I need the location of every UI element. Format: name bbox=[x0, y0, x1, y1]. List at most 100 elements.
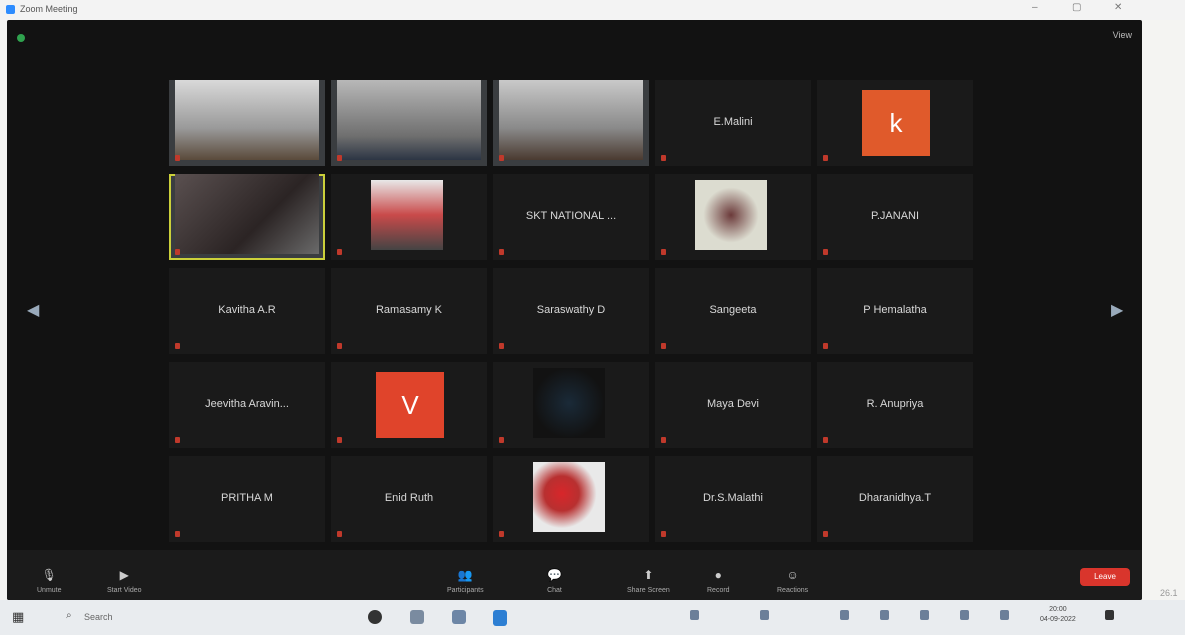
leave-button[interactable]: Leave bbox=[1080, 568, 1130, 586]
avatar-initial: k bbox=[862, 90, 930, 156]
participant-tile[interactable] bbox=[169, 174, 325, 260]
participant-name: Saraswathy D bbox=[536, 304, 606, 316]
tray-icon[interactable] bbox=[960, 610, 969, 620]
participant-tile[interactable]: P.JANANI bbox=[817, 174, 973, 260]
tray-icon[interactable] bbox=[760, 610, 769, 620]
mic-muted-icon bbox=[337, 249, 342, 255]
video-feed bbox=[175, 174, 319, 254]
participant-tile[interactable]: Kavitha A.R bbox=[169, 268, 325, 354]
security-shield-icon[interactable] bbox=[17, 34, 25, 42]
clock-time: 20:00 bbox=[1049, 606, 1067, 613]
participant-tile[interactable]: Maya Devi bbox=[655, 362, 811, 448]
participant-tile[interactable] bbox=[331, 174, 487, 260]
participant-tile[interactable]: P Hemalatha bbox=[817, 268, 973, 354]
minimize-button[interactable]: – bbox=[1032, 2, 1038, 13]
mic-muted-icon bbox=[661, 531, 666, 537]
participant-name: Kavitha A.R bbox=[218, 304, 276, 316]
close-button[interactable]: ✕ bbox=[1114, 2, 1122, 13]
previous-page-arrow-icon[interactable]: ◀ bbox=[27, 300, 39, 320]
participants-button[interactable]: 👥 Participants bbox=[447, 568, 484, 594]
maximize-button[interactable]: ▢ bbox=[1072, 2, 1081, 13]
mic-muted-icon bbox=[337, 531, 342, 537]
participant-name: P Hemalatha bbox=[863, 304, 927, 316]
window-title: Zoom Meeting bbox=[20, 4, 78, 14]
participant-name: SKT NATIONAL ... bbox=[525, 210, 617, 222]
participant-name: PRITHA M bbox=[221, 492, 273, 504]
mic-muted-icon bbox=[175, 155, 180, 161]
notification-icon[interactable] bbox=[1105, 610, 1114, 620]
tray-icon[interactable] bbox=[690, 610, 699, 620]
toolbar-label: Unmute bbox=[37, 587, 62, 594]
participant-tile[interactable] bbox=[655, 174, 811, 260]
profile-picture bbox=[695, 180, 767, 250]
mic-muted-icon bbox=[499, 155, 504, 161]
mic-muted-icon bbox=[499, 531, 504, 537]
taskbar-app-icon[interactable] bbox=[410, 610, 424, 624]
toolbar-label: Reactions bbox=[777, 587, 809, 594]
participant-tile[interactable]: Enid Ruth bbox=[331, 456, 487, 542]
mic-muted-icon bbox=[661, 437, 666, 443]
tray-icon[interactable] bbox=[1000, 610, 1009, 620]
participant-tile[interactable]: Dr.S.Malathi bbox=[655, 456, 811, 542]
zoom-taskbar-icon[interactable] bbox=[493, 610, 507, 626]
video-icon: ▶ bbox=[119, 568, 129, 582]
participant-tile[interactable]: Saraswathy D bbox=[493, 268, 649, 354]
participant-name: Sangeeta bbox=[709, 304, 757, 316]
participant-tile[interactable]: Jeevitha Aravin... bbox=[169, 362, 325, 448]
record-icon: ● bbox=[714, 568, 722, 582]
toolbar-label: Start Video bbox=[107, 587, 142, 594]
mic-muted-icon bbox=[661, 155, 666, 161]
participant-tile[interactable]: k bbox=[817, 80, 973, 166]
task-view-icon[interactable] bbox=[368, 610, 382, 624]
participant-tile[interactable] bbox=[493, 456, 649, 542]
windows-start-icon[interactable]: ▦ bbox=[12, 609, 24, 625]
mic-muted-icon bbox=[823, 155, 828, 161]
mic-muted-icon bbox=[175, 531, 180, 537]
taskbar-search-label[interactable]: Search bbox=[84, 612, 113, 622]
participant-tile[interactable]: Ramasamy K bbox=[331, 268, 487, 354]
participant-tile[interactable] bbox=[493, 362, 649, 448]
participant-name: E.Malini bbox=[713, 116, 753, 128]
participant-tile[interactable]: Sangeeta bbox=[655, 268, 811, 354]
participant-tile[interactable] bbox=[331, 80, 487, 166]
mic-muted-icon bbox=[499, 249, 504, 255]
clock-date: 04-09-2022 bbox=[1040, 616, 1076, 623]
mic-muted-icon bbox=[499, 343, 504, 349]
participant-tile[interactable]: E.Malini bbox=[655, 80, 811, 166]
participant-tile[interactable]: R. Anupriya bbox=[817, 362, 973, 448]
meeting-toolbar: Leave 🎙 Unmute ▶ Start Video 👥 Participants 💬 C… bbox=[7, 550, 1142, 600]
profile-picture bbox=[371, 180, 443, 250]
participant-tile[interactable]: Dharanidhya.T bbox=[817, 456, 973, 542]
participant-tile[interactable]: SKT NATIONAL ... bbox=[493, 174, 649, 260]
participant-tile[interactable] bbox=[493, 80, 649, 166]
window-title-bar: Zoom Meeting – ▢ ✕ bbox=[0, 0, 1185, 20]
reactions-icon: ☺ bbox=[786, 568, 799, 582]
next-page-arrow-icon[interactable]: ▶ bbox=[1111, 300, 1123, 320]
share-button[interactable]: ⬆ Share Screen bbox=[627, 568, 670, 594]
participant-tile[interactable]: V bbox=[331, 362, 487, 448]
participant-name: Enid Ruth bbox=[384, 492, 434, 504]
reactions-button[interactable]: ☺ Reactions bbox=[777, 568, 808, 594]
toolbar-label: Chat bbox=[547, 587, 562, 594]
mic-muted-icon bbox=[823, 531, 828, 537]
video-button[interactable]: ▶ Start Video bbox=[107, 568, 142, 594]
mic-button[interactable]: 🎙 Unmute bbox=[37, 568, 62, 594]
participant-name: Maya Devi bbox=[707, 398, 759, 410]
mic-muted-icon bbox=[337, 437, 342, 443]
tray-icon[interactable] bbox=[880, 610, 889, 620]
search-icon[interactable]: ⌕ bbox=[66, 610, 72, 621]
participant-tile[interactable] bbox=[169, 80, 325, 166]
video-feed bbox=[337, 80, 481, 160]
participant-tile[interactable]: PRITHA M bbox=[169, 456, 325, 542]
participant-name: R. Anupriya bbox=[866, 398, 924, 410]
tray-icon[interactable] bbox=[920, 610, 929, 620]
chat-button[interactable]: 💬 Chat bbox=[547, 568, 562, 594]
view-button[interactable]: View bbox=[1113, 30, 1132, 40]
taskbar-clock[interactable]: 20:00 04-09-2022 bbox=[1040, 605, 1076, 625]
participant-name: Ramasamy K bbox=[375, 304, 443, 316]
taskbar-app-icon[interactable] bbox=[452, 610, 466, 624]
toolbar-label: Record bbox=[707, 587, 730, 594]
participant-name: P.JANANI bbox=[870, 210, 920, 222]
record-button[interactable]: ● Record bbox=[707, 568, 730, 594]
tray-icon[interactable] bbox=[840, 610, 849, 620]
